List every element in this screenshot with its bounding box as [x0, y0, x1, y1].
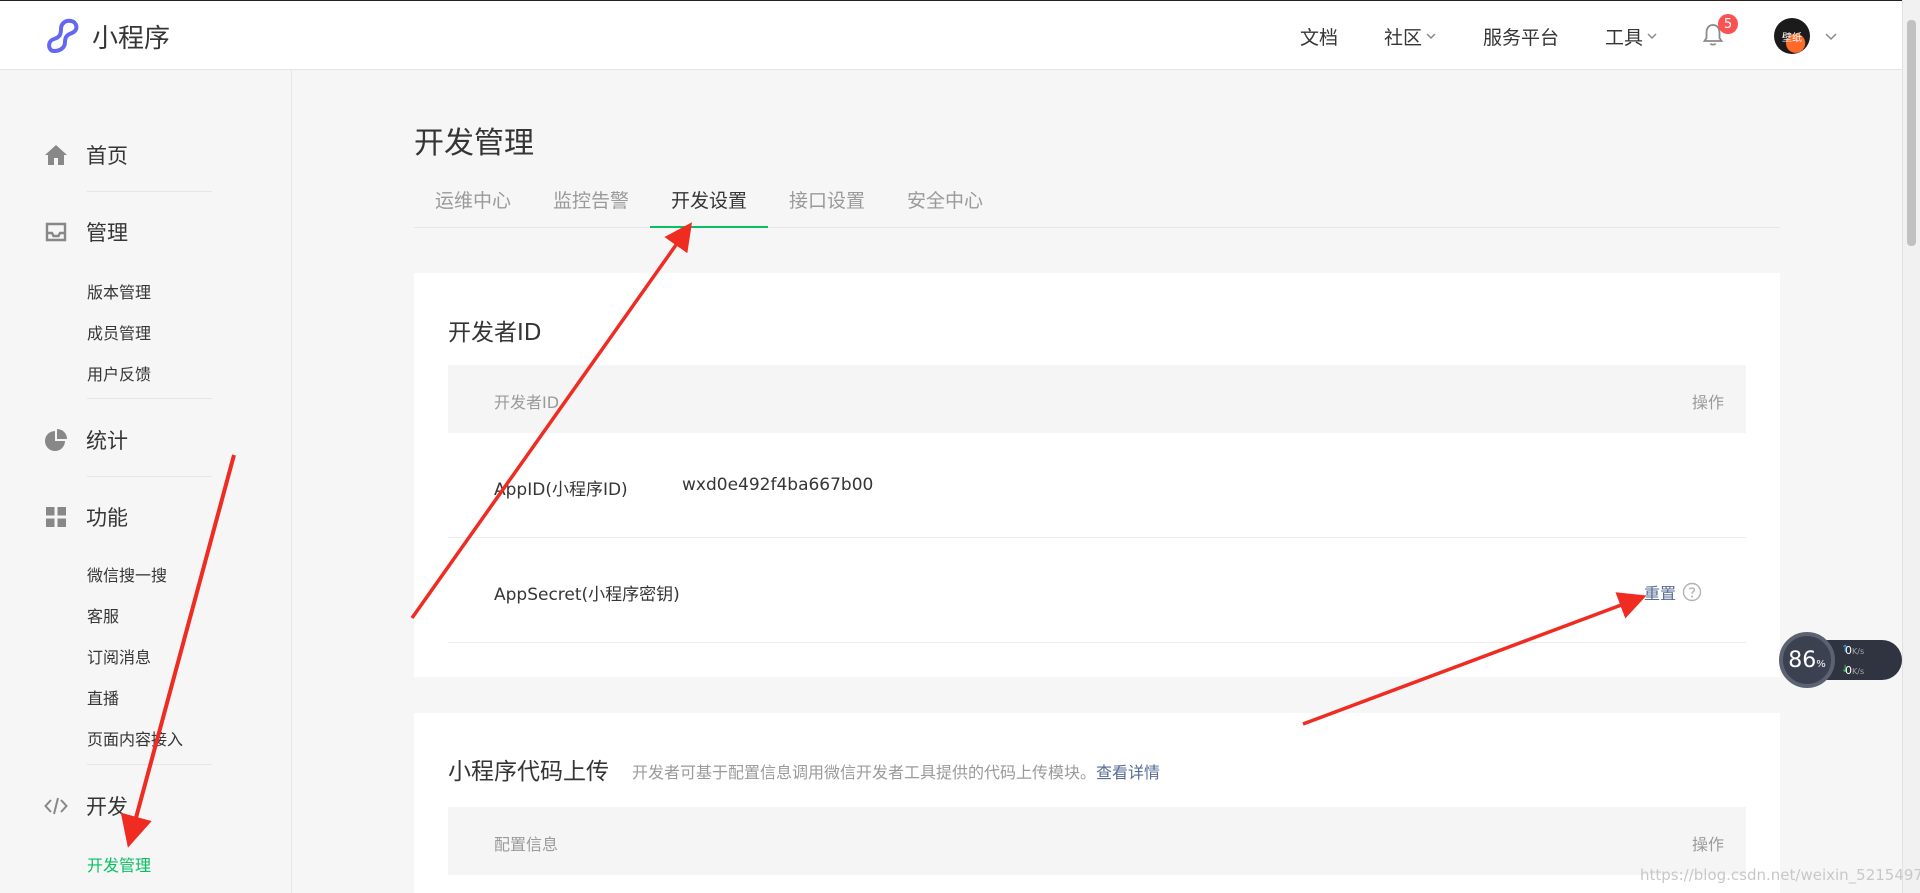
card-title: 小程序代码上传 [448, 759, 609, 785]
page-title: 开发管理 [414, 126, 534, 161]
home-icon [45, 145, 67, 165]
table-header: 配置信息 操作 [448, 807, 1746, 875]
reset-secret-link[interactable]: 重置 [1644, 580, 1676, 604]
top-nav: 文档 社区 服务平台 工具 5 壁纸 [1254, 1, 1838, 71]
code-upload-card: 小程序代码上传 开发者可基于配置信息调用微信开发者工具提供的代码上传模块。查看详… [414, 713, 1780, 893]
sidebar-item-subscription-message[interactable]: 订阅消息 [87, 644, 151, 668]
column-header: 开发者ID [494, 393, 560, 412]
sidebar-divider [87, 764, 212, 765]
inbox-icon [45, 222, 67, 242]
sidebar-item-label: 开发 [86, 795, 128, 819]
miniprogram-logo-icon [47, 18, 79, 54]
column-header: 操作 [1691, 393, 1724, 412]
sidebar-item-label: 首页 [86, 144, 128, 168]
notification-button[interactable]: 5 [1702, 14, 1738, 50]
code-icon [44, 797, 68, 815]
sidebar-item-label: 统计 [86, 429, 128, 453]
question-circle-icon[interactable] [1682, 582, 1702, 602]
card-hint: 开发者可基于配置信息调用微信开发者工具提供的代码上传模块。查看详情 [632, 759, 1160, 783]
pie-chart-icon [45, 429, 67, 451]
sidebar-item-user-feedback[interactable]: 用户反馈 [87, 361, 151, 385]
tab-bar: 运维中心 监控告警 开发设置 接口设置 安全中心 [414, 180, 1780, 228]
tab-dev-settings[interactable]: 开发设置 [650, 180, 768, 228]
sidebar-item-member-management[interactable]: 成员管理 [87, 320, 151, 344]
appid-value: wxd0e492f4ba667b00 [682, 475, 874, 495]
brand-name: 小程序 [92, 23, 171, 54]
sidebar-item-version-management[interactable]: 版本管理 [87, 279, 151, 303]
upload-speed: 0K/s [1845, 644, 1864, 657]
tab-monitoring-alerts[interactable]: 监控告警 [532, 180, 650, 228]
table-row: AppSecret(小程序密钥) 重置 [448, 538, 1746, 643]
developer-id-card: 开发者ID 开发者ID 操作 AppID(小程序ID) wxd0e492f4ba… [414, 273, 1780, 677]
sidebar-item-customer-service[interactable]: 客服 [87, 603, 119, 627]
download-speed: 0K/s [1845, 664, 1864, 677]
nav-docs-label: 文档 [1299, 26, 1338, 49]
sidebar-divider [87, 398, 212, 399]
appsecret-actions: 重置 [1644, 580, 1702, 604]
sidebar-divider [87, 191, 212, 192]
upload-speed-value: 0 [1845, 644, 1852, 657]
sidebar: 首页 管理 版本管理 成员管理 用户反馈 统计 功能 微信搜一搜 客服 订阅消息… [0, 70, 292, 893]
nav-community-label: 社区 [1383, 26, 1422, 49]
sidebar-divider [87, 476, 212, 477]
cpu-usage-ring: 86% [1779, 632, 1835, 688]
table-row: AppID(小程序ID) wxd0e492f4ba667b00 [448, 433, 1746, 538]
column-header: 操作 [1691, 835, 1724, 854]
page-scrollbar[interactable] [1902, 0, 1920, 893]
speed-unit: K/s [1852, 667, 1865, 676]
sidebar-item-wechat-search[interactable]: 微信搜一搜 [87, 562, 167, 586]
card-title: 开发者ID [448, 320, 542, 346]
appid-label: AppID(小程序ID) [494, 480, 628, 500]
sidebar-item-develop[interactable]: 开发 [44, 789, 212, 823]
nav-service-platform-label: 服务平台 [1482, 26, 1559, 49]
notification-badge: 5 [1718, 14, 1738, 34]
nav-tools-label: 工具 [1604, 26, 1643, 49]
sidebar-item-dev-management[interactable]: 开发管理 [87, 852, 151, 876]
sidebar-item-live[interactable]: 直播 [87, 685, 119, 709]
sidebar-item-manage[interactable]: 管理 [44, 215, 212, 249]
avatar[interactable]: 壁纸 [1774, 18, 1810, 54]
view-details-link[interactable]: 查看详情 [1096, 763, 1160, 782]
cpu-usage-value: 86 [1788, 647, 1817, 673]
appsecret-label: AppSecret(小程序密钥) [494, 585, 680, 605]
grid-icon [46, 507, 66, 527]
tab-ops-center[interactable]: 运维中心 [414, 180, 532, 228]
top-header: 小程序 文档 社区 服务平台 工具 5 壁纸 [0, 0, 1902, 70]
sidebar-item-label: 功能 [86, 506, 128, 530]
nav-service-platform[interactable]: 服务平台 [1483, 23, 1559, 50]
nav-tools[interactable]: 工具 [1605, 23, 1658, 50]
sidebar-item-page-content[interactable]: 页面内容接入 [87, 726, 183, 750]
sidebar-item-label: 管理 [86, 221, 128, 245]
avatar-text: 壁纸 [1782, 32, 1802, 44]
nav-community[interactable]: 社区 [1384, 23, 1437, 50]
card-hint-text: 开发者可基于配置信息调用微信开发者工具提供的代码上传模块。 [632, 763, 1097, 782]
chevron-down-icon[interactable] [1824, 29, 1838, 43]
nav-docs[interactable]: 文档 [1300, 23, 1338, 50]
net-speed-widget[interactable]: 86% ↑ 0K/s ↓ 0K/s [1779, 632, 1902, 688]
download-speed-value: 0 [1845, 664, 1852, 677]
sidebar-item-features[interactable]: 功能 [44, 500, 212, 534]
brand[interactable]: 小程序 [44, 17, 170, 55]
table-header: 开发者ID 操作 [448, 365, 1746, 433]
tab-interface-settings[interactable]: 接口设置 [768, 180, 886, 228]
app-root: 小程序 文档 社区 服务平台 工具 5 壁纸 首页 管理 版本管理 成员管理 用… [0, 0, 1920, 893]
sidebar-item-home[interactable]: 首页 [44, 138, 212, 172]
chevron-down-icon [1647, 33, 1657, 40]
scrollbar-thumb[interactable] [1907, 20, 1916, 246]
speed-unit: K/s [1852, 647, 1865, 656]
cpu-usage-unit: % [1816, 658, 1826, 670]
column-header: 配置信息 [494, 835, 559, 854]
sidebar-item-statistics[interactable]: 统计 [44, 423, 212, 457]
chevron-down-icon [1426, 33, 1436, 40]
watermark: https://blog.csdn.net/weixin_52154971 [1640, 866, 1920, 884]
tab-security-center[interactable]: 安全中心 [886, 180, 1004, 228]
